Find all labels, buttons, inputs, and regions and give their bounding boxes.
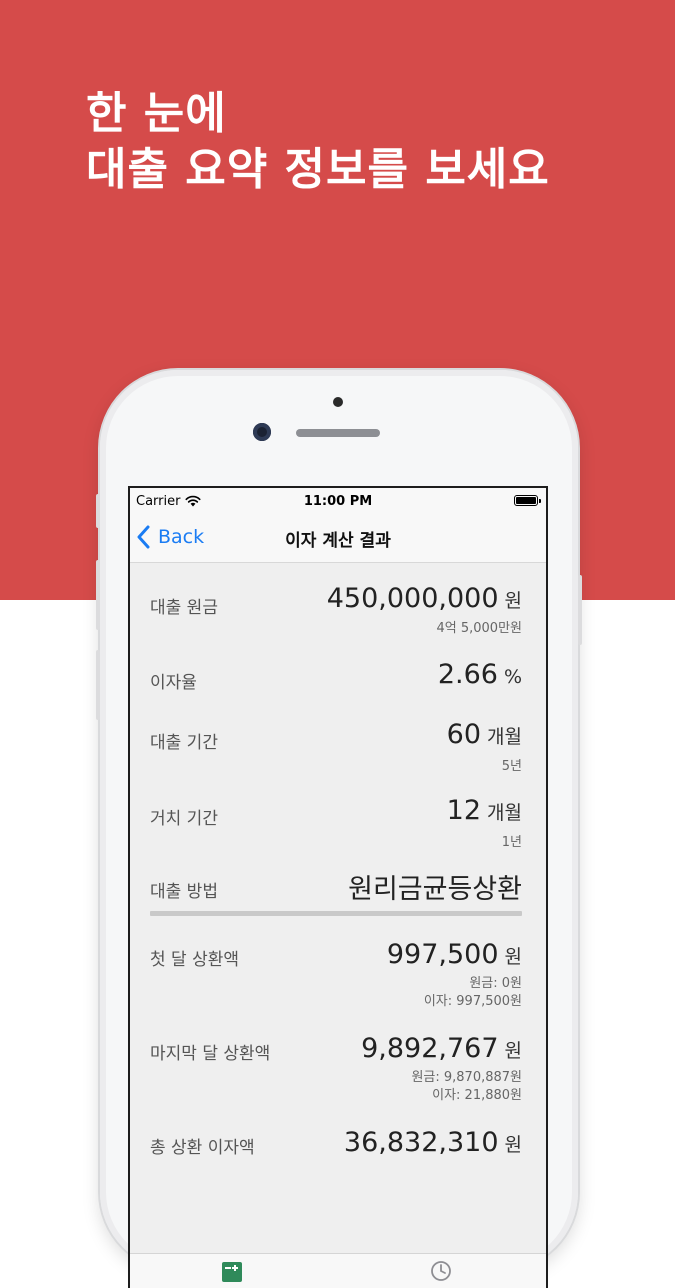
phone-frame: Carrier 11:00 PM Back 이자 계산 결과 대출 원금 450…	[96, 370, 582, 1288]
row-value: 36,832,310 원	[344, 1127, 522, 1158]
row-subtext: 1년	[501, 835, 522, 850]
value-unit: 개월	[487, 726, 522, 748]
row-value: 450,000,000 원	[327, 583, 522, 614]
value-unit: 원	[504, 946, 522, 968]
row-subtext-principal: 원금: 9,870,887원	[411, 1070, 522, 1085]
value-unit: %	[503, 666, 522, 688]
value-number: 60	[446, 719, 482, 750]
value-number: 9,892,767	[361, 1033, 499, 1064]
row-label: 이자율	[150, 673, 197, 693]
value-unit: 개월	[487, 802, 522, 824]
row-subtext: 5년	[501, 759, 522, 774]
row-subtext-principal: 원금: 0원	[469, 976, 522, 991]
tab-bar	[130, 1253, 546, 1288]
phone-volume-up	[96, 560, 100, 630]
phone-mute-switch	[96, 494, 100, 528]
row-value: 원리금균등상환	[348, 867, 522, 906]
row-value: 9,892,767 원	[361, 1033, 522, 1064]
value-number: 997,500	[386, 939, 499, 970]
row-value: 997,500 원	[387, 939, 522, 970]
earpiece-speaker	[296, 429, 380, 437]
status-bar: Carrier 11:00 PM	[130, 488, 546, 512]
row-label: 거치 기간	[150, 809, 218, 829]
value-unit: 원	[504, 1134, 522, 1156]
row-label: 총 상환 이자액	[150, 1138, 255, 1158]
row-value: 60 개월	[447, 719, 522, 750]
phone-screen: Carrier 11:00 PM Back 이자 계산 결과 대출 원금 450…	[128, 486, 548, 1288]
row-label: 대출 기간	[150, 733, 218, 753]
nav-title: 이자 계산 결과	[285, 531, 391, 551]
value-number: 2.66	[437, 659, 498, 690]
row-label: 첫 달 상환액	[150, 950, 240, 970]
value-unit: 원	[504, 590, 522, 612]
proximity-sensor	[333, 397, 343, 407]
value-number: 450,000,000	[326, 583, 499, 614]
row-label: 마지막 달 상환액	[150, 1044, 271, 1064]
history-clock-icon[interactable]	[430, 1260, 452, 1282]
row-label: 대출 방법	[150, 882, 218, 902]
front-camera	[253, 423, 271, 441]
value-number: 36,832,310	[343, 1127, 499, 1158]
value-number: 12	[446, 795, 482, 826]
calculator-icon[interactable]	[222, 1262, 242, 1282]
status-time: 11:00 PM	[303, 494, 373, 509]
row-subtext-interest: 이자: 21,880원	[432, 1088, 522, 1103]
section-divider	[150, 911, 522, 916]
value-text: 원리금균등상환	[348, 874, 522, 905]
row-subtext: 4억 5,000만원	[436, 621, 523, 636]
battery-icon	[514, 495, 541, 506]
headline-line-1: 한 눈에	[86, 88, 227, 139]
headline-line-2: 대출 요약 정보를 보세요	[86, 144, 550, 195]
headline: 한 눈에 대출 요약 정보를 보세요	[86, 86, 550, 198]
phone-volume-down	[96, 650, 100, 720]
row-subtext-interest: 이자: 997,500원	[423, 994, 522, 1009]
navigation-bar: Back 이자 계산 결과	[130, 512, 546, 563]
row-label: 대출 원금	[150, 598, 218, 618]
value-unit: 원	[504, 1040, 522, 1062]
phone-power-button	[578, 575, 582, 645]
row-value: 2.66%	[438, 659, 522, 690]
row-value: 12 개월	[447, 795, 522, 826]
result-list: 대출 원금 450,000,000 원 4억 5,000만원 이자율 2.66% …	[130, 563, 546, 1288]
